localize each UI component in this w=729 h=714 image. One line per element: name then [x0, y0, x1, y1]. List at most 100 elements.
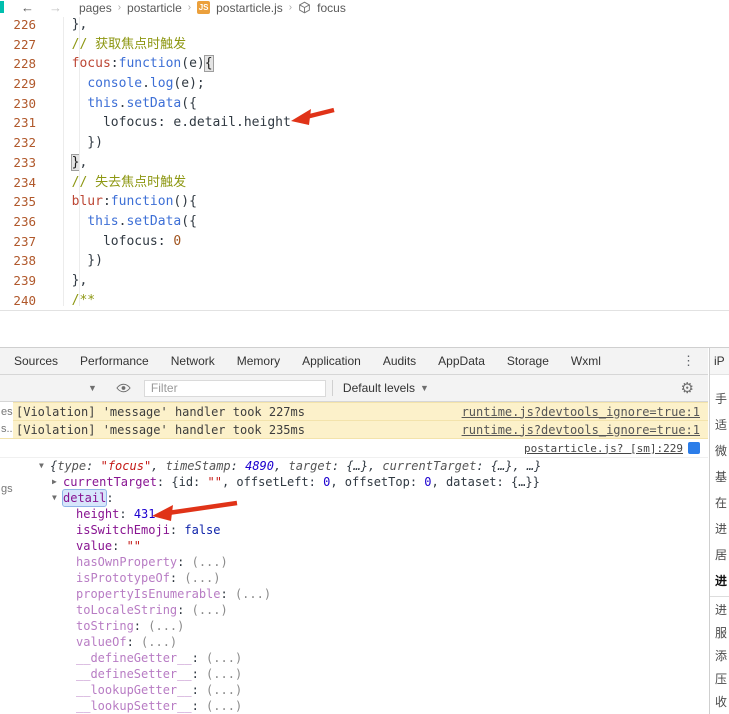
eye-icon[interactable] [116, 383, 131, 393]
line-number[interactable]: 236 [0, 212, 36, 232]
token: currentTarget [382, 459, 477, 473]
breadcrumb-item-pages[interactable]: pages [79, 1, 112, 15]
tree-row[interactable]: ▼{type: "focus", timeStamp: 4890, target… [0, 458, 708, 474]
tree-row[interactable]: hasOwnProperty: (...) [0, 554, 708, 570]
violation-source-link[interactable]: runtime.js?devtools_ignore=true:1 [462, 423, 700, 437]
code-text[interactable]: }, [56, 271, 88, 291]
sourcemap-badge-icon[interactable] [688, 442, 700, 454]
disclosure-closed-icon[interactable]: ▶ [52, 474, 63, 490]
sidebar-item[interactable]: 手 [710, 386, 729, 412]
token: __lookupGetter__ [76, 683, 192, 697]
js-file-icon: JS [197, 1, 211, 14]
token: : [133, 619, 149, 633]
token: timeStamp [165, 459, 231, 473]
line-number[interactable]: 227 [0, 35, 36, 55]
tab-performance[interactable]: Performance [69, 348, 160, 375]
filter-input[interactable]: Filter [143, 379, 326, 397]
tab-storage[interactable]: Storage [496, 348, 560, 375]
tab-appdata[interactable]: AppData [427, 348, 496, 375]
back-arrow-icon[interactable]: ← [21, 1, 34, 14]
sidebar-item[interactable]: 收 [710, 691, 729, 714]
tree-row[interactable]: valueOf: (...) [0, 634, 708, 650]
line-number[interactable]: 234 [0, 173, 36, 193]
right-sidebar: iP 手适微基在进居进进服添压收 [709, 348, 729, 714]
tab-memory[interactable]: Memory [226, 348, 291, 375]
sidebar-item[interactable]: 微 [710, 438, 729, 464]
sidebar-item[interactable]: 进 [710, 516, 729, 542]
code-text[interactable]: /** [56, 291, 95, 311]
tree-row[interactable]: propertyIsEnumerable: (...) [0, 586, 708, 602]
tree-row[interactable]: __defineSetter__: (...) [0, 666, 708, 682]
breadcrumb: ← → pages › postarticle › JS postarticle… [0, 0, 729, 15]
sidebar-item[interactable]: 进 [710, 599, 729, 622]
forward-arrow-icon[interactable]: → [49, 1, 62, 14]
line-number[interactable]: 233 [0, 153, 36, 173]
token: : [220, 587, 235, 601]
line-number[interactable]: 240 [0, 291, 36, 311]
sidebar-item[interactable]: 基 [710, 464, 729, 490]
token: : [112, 539, 127, 553]
code-text[interactable]: this.setData({ [56, 94, 197, 114]
token: (...) [191, 555, 228, 569]
line-number[interactable]: 238 [0, 251, 36, 271]
token: target [288, 459, 332, 473]
line-number[interactable]: 239 [0, 271, 36, 291]
disclosure-open-icon[interactable]: ▼ [52, 490, 63, 506]
line-number[interactable]: 230 [0, 94, 36, 114]
sidebar-item[interactable]: 在 [710, 490, 729, 516]
tab-audits[interactable]: Audits [372, 348, 427, 375]
token: , [274, 459, 289, 473]
code-text[interactable]: lofocus: e.detail.height [56, 113, 291, 133]
line-number[interactable]: 237 [0, 232, 36, 252]
tab-network[interactable]: Network [160, 348, 226, 375]
disclosure-open-icon[interactable]: ▼ [39, 458, 50, 474]
code-text[interactable]: lofocus: 0 [56, 232, 181, 252]
sidebar-item[interactable]: 进 [710, 568, 729, 594]
tab-wxml[interactable]: Wxml [560, 348, 612, 375]
breadcrumb-item-symbol[interactable]: focus [317, 1, 346, 15]
tree-row[interactable]: toLocaleString: (...) [0, 602, 708, 618]
tree-row[interactable]: value: "" [0, 538, 708, 554]
tree-row[interactable]: ▶ currentTarget: {id: "", offsetLeft: 0, … [0, 474, 708, 490]
tree-row[interactable]: toString: (...) [0, 618, 708, 634]
token: ({ [181, 213, 197, 229]
tree-row[interactable]: isPrototypeOf: (...) [0, 570, 708, 586]
tree-row[interactable]: height: 431 [0, 506, 708, 522]
line-number[interactable]: 235 [0, 192, 36, 212]
code-area[interactable]: 226 }, 227 // 获取焦点时触发 228 focus:function(e… [0, 15, 729, 310]
token: : [177, 603, 192, 617]
code-text[interactable]: }, [56, 153, 87, 173]
code-text[interactable]: this.setData({ [56, 212, 197, 232]
tree-row[interactable]: __lookupSetter__: (...) [0, 698, 708, 714]
tab-application[interactable]: Application [291, 348, 372, 375]
tab-sources[interactable]: Sources [3, 348, 69, 375]
code-text[interactable]: blur:function(){ [56, 192, 197, 212]
source-link[interactable]: postarticle.js? [sm]:229 [524, 442, 683, 455]
device-label[interactable]: iP [710, 348, 729, 375]
sidebar-item[interactable]: 适 [710, 412, 729, 438]
gear-icon[interactable]: ⚙ [681, 381, 694, 396]
tree-row[interactable]: ▼ detail: [0, 489, 708, 507]
line-number[interactable]: 232 [0, 133, 36, 153]
tree-row[interactable]: __lookupGetter__: (...) [0, 682, 708, 698]
code-text[interactable]: // 获取焦点时触发 [56, 35, 186, 55]
line-number[interactable]: 229 [0, 74, 36, 94]
line-number[interactable]: 226 [0, 15, 36, 35]
line-number[interactable]: 231 [0, 113, 36, 133]
tree-row[interactable]: __defineGetter__: (...) [0, 650, 708, 666]
sidebar-item[interactable]: 服 [710, 622, 729, 645]
violation-source-link[interactable]: runtime.js?devtools_ignore=true:1 [462, 405, 700, 419]
log-levels-dropdown[interactable]: Default levels [343, 381, 415, 395]
context-dropdown-icon[interactable]: ▼ [88, 383, 97, 393]
code-text[interactable]: // 失去焦点时触发 [56, 173, 186, 193]
line-number[interactable]: 228 [0, 54, 36, 74]
sidebar-item[interactable]: 压 [710, 668, 729, 691]
sidebar-item[interactable]: 居 [710, 542, 729, 568]
sidebar-item[interactable]: 添 [710, 645, 729, 668]
tree-row[interactable]: isSwitchEmoji: false [0, 522, 708, 538]
code-text[interactable]: }, [56, 15, 88, 35]
overflow-menu-icon[interactable]: ⋮ [682, 353, 695, 369]
token: /** [71, 292, 96, 308]
breadcrumb-item-file[interactable]: postarticle.js [216, 1, 283, 15]
breadcrumb-item-postarticle[interactable]: postarticle [127, 1, 182, 15]
